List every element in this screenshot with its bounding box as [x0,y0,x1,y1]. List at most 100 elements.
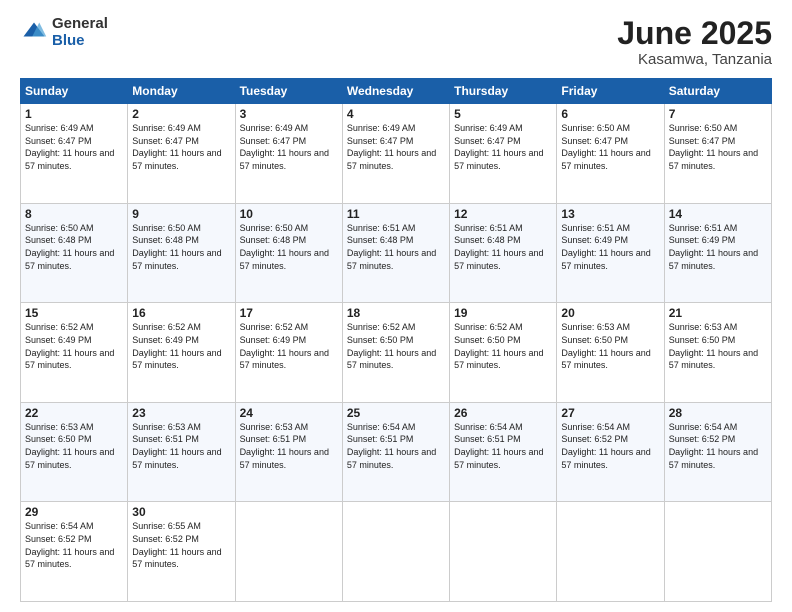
day-info: Sunrise: 6:53 AMSunset: 6:50 PMDaylight:… [25,421,123,471]
calendar-location: Kasamwa, Tanzania [617,51,772,68]
day-number: 23 [132,406,230,420]
day-number: 7 [669,107,767,121]
day-number: 29 [25,505,123,519]
day-number: 8 [25,207,123,221]
calendar-table: Sunday Monday Tuesday Wednesday Thursday… [20,78,772,602]
day-number: 11 [347,207,445,221]
calendar-cell: 10Sunrise: 6:50 AMSunset: 6:48 PMDayligh… [235,203,342,303]
day-info: Sunrise: 6:49 AMSunset: 6:47 PMDaylight:… [240,122,338,172]
day-info: Sunrise: 6:54 AMSunset: 6:51 PMDaylight:… [347,421,445,471]
calendar-cell: 6Sunrise: 6:50 AMSunset: 6:47 PMDaylight… [557,104,664,204]
day-number: 2 [132,107,230,121]
day-info: Sunrise: 6:49 AMSunset: 6:47 PMDaylight:… [454,122,552,172]
day-number: 6 [561,107,659,121]
day-info: Sunrise: 6:52 AMSunset: 6:49 PMDaylight:… [132,321,230,371]
calendar-cell: 15Sunrise: 6:52 AMSunset: 6:49 PMDayligh… [21,303,128,403]
day-number: 28 [669,406,767,420]
calendar-cell: 28Sunrise: 6:54 AMSunset: 6:52 PMDayligh… [664,402,771,502]
day-info: Sunrise: 6:50 AMSunset: 6:48 PMDaylight:… [132,222,230,272]
calendar-cell [450,502,557,602]
col-friday: Friday [557,79,664,104]
col-tuesday: Tuesday [235,79,342,104]
day-info: Sunrise: 6:50 AMSunset: 6:48 PMDaylight:… [25,222,123,272]
calendar-cell: 21Sunrise: 6:53 AMSunset: 6:50 PMDayligh… [664,303,771,403]
day-number: 14 [669,207,767,221]
calendar-cell: 14Sunrise: 6:51 AMSunset: 6:49 PMDayligh… [664,203,771,303]
day-info: Sunrise: 6:49 AMSunset: 6:47 PMDaylight:… [25,122,123,172]
calendar-cell: 11Sunrise: 6:51 AMSunset: 6:48 PMDayligh… [342,203,449,303]
day-info: Sunrise: 6:50 AMSunset: 6:47 PMDaylight:… [561,122,659,172]
calendar-cell: 29Sunrise: 6:54 AMSunset: 6:52 PMDayligh… [21,502,128,602]
calendar-cell: 5Sunrise: 6:49 AMSunset: 6:47 PMDaylight… [450,104,557,204]
day-number: 10 [240,207,338,221]
logo-icon [20,19,48,47]
calendar-cell: 22Sunrise: 6:53 AMSunset: 6:50 PMDayligh… [21,402,128,502]
calendar-cell [235,502,342,602]
calendar-week-row: 15Sunrise: 6:52 AMSunset: 6:49 PMDayligh… [21,303,772,403]
day-number: 27 [561,406,659,420]
calendar-cell: 27Sunrise: 6:54 AMSunset: 6:52 PMDayligh… [557,402,664,502]
day-number: 13 [561,207,659,221]
calendar-cell: 26Sunrise: 6:54 AMSunset: 6:51 PMDayligh… [450,402,557,502]
calendar-cell [342,502,449,602]
day-number: 9 [132,207,230,221]
calendar-cell: 9Sunrise: 6:50 AMSunset: 6:48 PMDaylight… [128,203,235,303]
day-info: Sunrise: 6:52 AMSunset: 6:50 PMDaylight:… [347,321,445,371]
day-info: Sunrise: 6:52 AMSunset: 6:49 PMDaylight:… [240,321,338,371]
day-info: Sunrise: 6:53 AMSunset: 6:51 PMDaylight:… [132,421,230,471]
day-info: Sunrise: 6:54 AMSunset: 6:51 PMDaylight:… [454,421,552,471]
day-info: Sunrise: 6:54 AMSunset: 6:52 PMDaylight:… [669,421,767,471]
calendar-cell: 8Sunrise: 6:50 AMSunset: 6:48 PMDaylight… [21,203,128,303]
logo: General Blue [20,16,108,49]
header: General Blue June 2025 Kasamwa, Tanzania [20,16,772,68]
day-number: 19 [454,306,552,320]
day-info: Sunrise: 6:53 AMSunset: 6:50 PMDaylight:… [669,321,767,371]
day-info: Sunrise: 6:49 AMSunset: 6:47 PMDaylight:… [347,122,445,172]
calendar-cell: 23Sunrise: 6:53 AMSunset: 6:51 PMDayligh… [128,402,235,502]
col-saturday: Saturday [664,79,771,104]
logo-blue-text: Blue [52,33,108,50]
day-info: Sunrise: 6:51 AMSunset: 6:48 PMDaylight:… [347,222,445,272]
col-thursday: Thursday [450,79,557,104]
day-info: Sunrise: 6:52 AMSunset: 6:49 PMDaylight:… [25,321,123,371]
day-number: 4 [347,107,445,121]
calendar-cell: 17Sunrise: 6:52 AMSunset: 6:49 PMDayligh… [235,303,342,403]
day-number: 18 [347,306,445,320]
calendar-cell: 1Sunrise: 6:49 AMSunset: 6:47 PMDaylight… [21,104,128,204]
calendar-cell: 30Sunrise: 6:55 AMSunset: 6:52 PMDayligh… [128,502,235,602]
day-info: Sunrise: 6:49 AMSunset: 6:47 PMDaylight:… [132,122,230,172]
col-monday: Monday [128,79,235,104]
page: General Blue June 2025 Kasamwa, Tanzania… [0,0,792,612]
day-number: 15 [25,306,123,320]
day-number: 30 [132,505,230,519]
calendar-cell: 20Sunrise: 6:53 AMSunset: 6:50 PMDayligh… [557,303,664,403]
day-info: Sunrise: 6:50 AMSunset: 6:47 PMDaylight:… [669,122,767,172]
day-info: Sunrise: 6:50 AMSunset: 6:48 PMDaylight:… [240,222,338,272]
calendar-cell: 2Sunrise: 6:49 AMSunset: 6:47 PMDaylight… [128,104,235,204]
day-info: Sunrise: 6:55 AMSunset: 6:52 PMDaylight:… [132,520,230,570]
calendar-title: June 2025 [617,16,772,51]
calendar-week-row: 29Sunrise: 6:54 AMSunset: 6:52 PMDayligh… [21,502,772,602]
calendar-cell: 25Sunrise: 6:54 AMSunset: 6:51 PMDayligh… [342,402,449,502]
day-info: Sunrise: 6:53 AMSunset: 6:50 PMDaylight:… [561,321,659,371]
day-info: Sunrise: 6:54 AMSunset: 6:52 PMDaylight:… [561,421,659,471]
calendar-week-row: 8Sunrise: 6:50 AMSunset: 6:48 PMDaylight… [21,203,772,303]
calendar-cell [557,502,664,602]
day-number: 17 [240,306,338,320]
calendar-cell: 7Sunrise: 6:50 AMSunset: 6:47 PMDaylight… [664,104,771,204]
col-wednesday: Wednesday [342,79,449,104]
calendar-cell [664,502,771,602]
calendar-cell: 18Sunrise: 6:52 AMSunset: 6:50 PMDayligh… [342,303,449,403]
day-number: 25 [347,406,445,420]
day-info: Sunrise: 6:51 AMSunset: 6:48 PMDaylight:… [454,222,552,272]
calendar-week-row: 22Sunrise: 6:53 AMSunset: 6:50 PMDayligh… [21,402,772,502]
logo-general-text: General [52,16,108,33]
day-info: Sunrise: 6:51 AMSunset: 6:49 PMDaylight:… [669,222,767,272]
day-info: Sunrise: 6:54 AMSunset: 6:52 PMDaylight:… [25,520,123,570]
calendar-cell: 4Sunrise: 6:49 AMSunset: 6:47 PMDaylight… [342,104,449,204]
day-number: 1 [25,107,123,121]
day-number: 5 [454,107,552,121]
day-number: 12 [454,207,552,221]
day-info: Sunrise: 6:52 AMSunset: 6:50 PMDaylight:… [454,321,552,371]
col-sunday: Sunday [21,79,128,104]
